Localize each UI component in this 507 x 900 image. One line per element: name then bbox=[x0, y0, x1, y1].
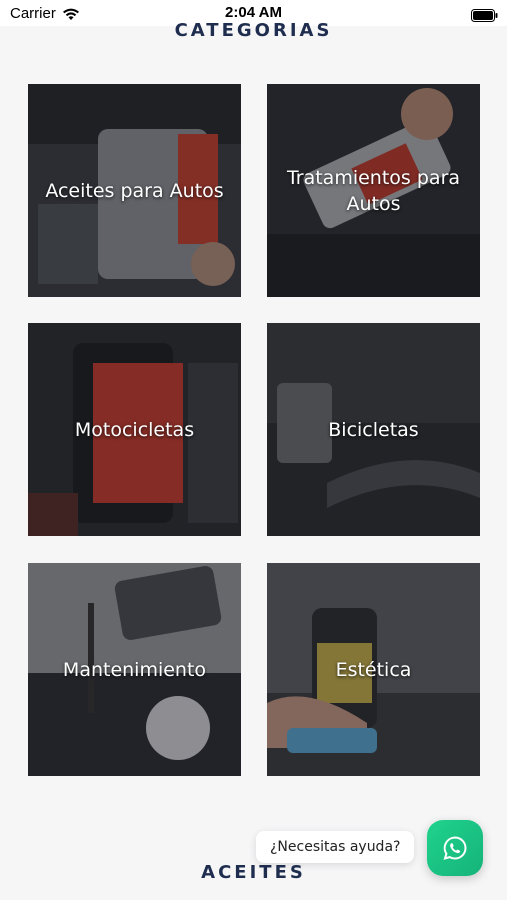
category-label: Estética bbox=[335, 658, 412, 681]
category-label: Motocicletas bbox=[74, 418, 195, 441]
category-label: Aceites para Autos bbox=[45, 179, 224, 202]
category-card-bicicletas[interactable]: Bicicletas bbox=[267, 323, 480, 536]
whatsapp-icon bbox=[443, 836, 467, 860]
category-card-mantenimiento[interactable]: Mantenimiento bbox=[28, 563, 241, 776]
section-title-aceites: ACEITES bbox=[201, 862, 306, 883]
section-title-categorias: CATEGORIAS bbox=[174, 20, 333, 41]
category-card-estetica[interactable]: Estética bbox=[267, 563, 480, 776]
category-card-motocicletas[interactable]: Motocicletas bbox=[28, 323, 241, 536]
category-label: Mantenimiento bbox=[62, 658, 207, 681]
category-card-tratamientos-autos[interactable]: Tratamientos para Autos bbox=[267, 84, 480, 297]
category-card-aceites-autos[interactable]: Aceites para Autos bbox=[28, 84, 241, 297]
category-label: Bicicletas bbox=[328, 418, 419, 441]
help-bubble[interactable]: ¿Necesitas ayuda? bbox=[256, 831, 415, 863]
category-label: Tratamientos para Autos bbox=[286, 166, 461, 215]
